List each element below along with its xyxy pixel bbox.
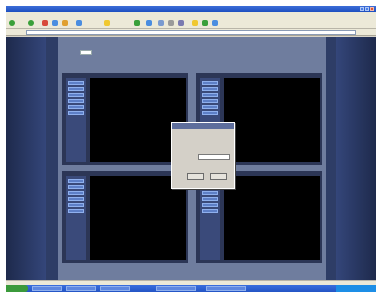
menu-button[interactable] — [202, 203, 218, 207]
menu-button[interactable] — [68, 87, 84, 91]
menu-button[interactable] — [202, 93, 218, 97]
menu-button[interactable] — [68, 197, 84, 201]
left-gutter — [6, 37, 46, 280]
pane-menu — [66, 176, 86, 260]
video-view[interactable] — [224, 176, 320, 260]
folder-icon[interactable] — [192, 20, 198, 26]
messenger-icon[interactable] — [202, 20, 208, 26]
menu-button[interactable] — [68, 203, 84, 207]
address-input[interactable] — [26, 30, 356, 35]
login-dialog — [171, 122, 235, 189]
menu-button[interactable] — [202, 87, 218, 91]
history-icon[interactable] — [146, 20, 152, 26]
refresh-icon[interactable] — [52, 20, 58, 26]
search-icon[interactable] — [76, 20, 82, 26]
media-icon[interactable] — [134, 20, 140, 26]
menu-button[interactable] — [202, 81, 218, 85]
menu-button[interactable] — [68, 111, 84, 115]
taskbar — [6, 285, 376, 292]
pane-menu — [66, 78, 86, 162]
taskbar-item[interactable] — [206, 286, 246, 291]
address-bar — [6, 29, 376, 36]
edit-icon[interactable] — [178, 20, 184, 26]
system-tray — [336, 285, 376, 292]
taskbar-item[interactable] — [66, 286, 96, 291]
dialog-input[interactable] — [198, 154, 230, 160]
menu-button[interactable] — [68, 81, 84, 85]
favorites-icon[interactable] — [104, 20, 110, 26]
video-view[interactable] — [224, 78, 320, 162]
camera-pane-1 — [62, 73, 188, 165]
cancel-button[interactable] — [210, 173, 227, 180]
taskbar-item[interactable] — [32, 286, 62, 291]
home-icon[interactable] — [62, 20, 68, 26]
menu-button[interactable] — [68, 99, 84, 103]
browser-window — [6, 6, 376, 292]
start-button[interactable] — [6, 285, 28, 292]
toolbar — [6, 17, 376, 29]
menu-button[interactable] — [68, 93, 84, 97]
menu-button[interactable] — [202, 197, 218, 201]
forward-icon[interactable] — [28, 20, 34, 26]
menu-button[interactable] — [202, 99, 218, 103]
stop-icon[interactable] — [42, 20, 48, 26]
ok-button[interactable] — [187, 173, 204, 180]
dialog-title-bar — [172, 123, 234, 129]
header-field[interactable] — [80, 50, 92, 55]
menu-button[interactable] — [202, 209, 218, 213]
minimize-button[interactable] — [360, 7, 364, 11]
menu-button[interactable] — [202, 191, 218, 195]
camera-panel — [58, 37, 326, 280]
print-icon[interactable] — [168, 20, 174, 26]
menu-button[interactable] — [68, 191, 84, 195]
mail-icon[interactable] — [158, 20, 164, 26]
taskbar-item[interactable] — [100, 286, 130, 291]
right-gutter — [336, 37, 376, 280]
research-icon[interactable] — [212, 20, 218, 26]
back-icon[interactable] — [9, 20, 15, 26]
menu-button[interactable] — [68, 209, 84, 213]
maximize-button[interactable] — [365, 7, 369, 11]
menu-button[interactable] — [68, 179, 84, 183]
menu-button[interactable] — [202, 105, 218, 109]
taskbar-item[interactable] — [156, 286, 196, 291]
camera-pane-3 — [62, 171, 188, 263]
close-button[interactable] — [370, 7, 374, 11]
page-viewport — [6, 37, 376, 280]
menu-button[interactable] — [68, 105, 84, 109]
menu-button[interactable] — [202, 111, 218, 115]
menu-button[interactable] — [68, 185, 84, 189]
